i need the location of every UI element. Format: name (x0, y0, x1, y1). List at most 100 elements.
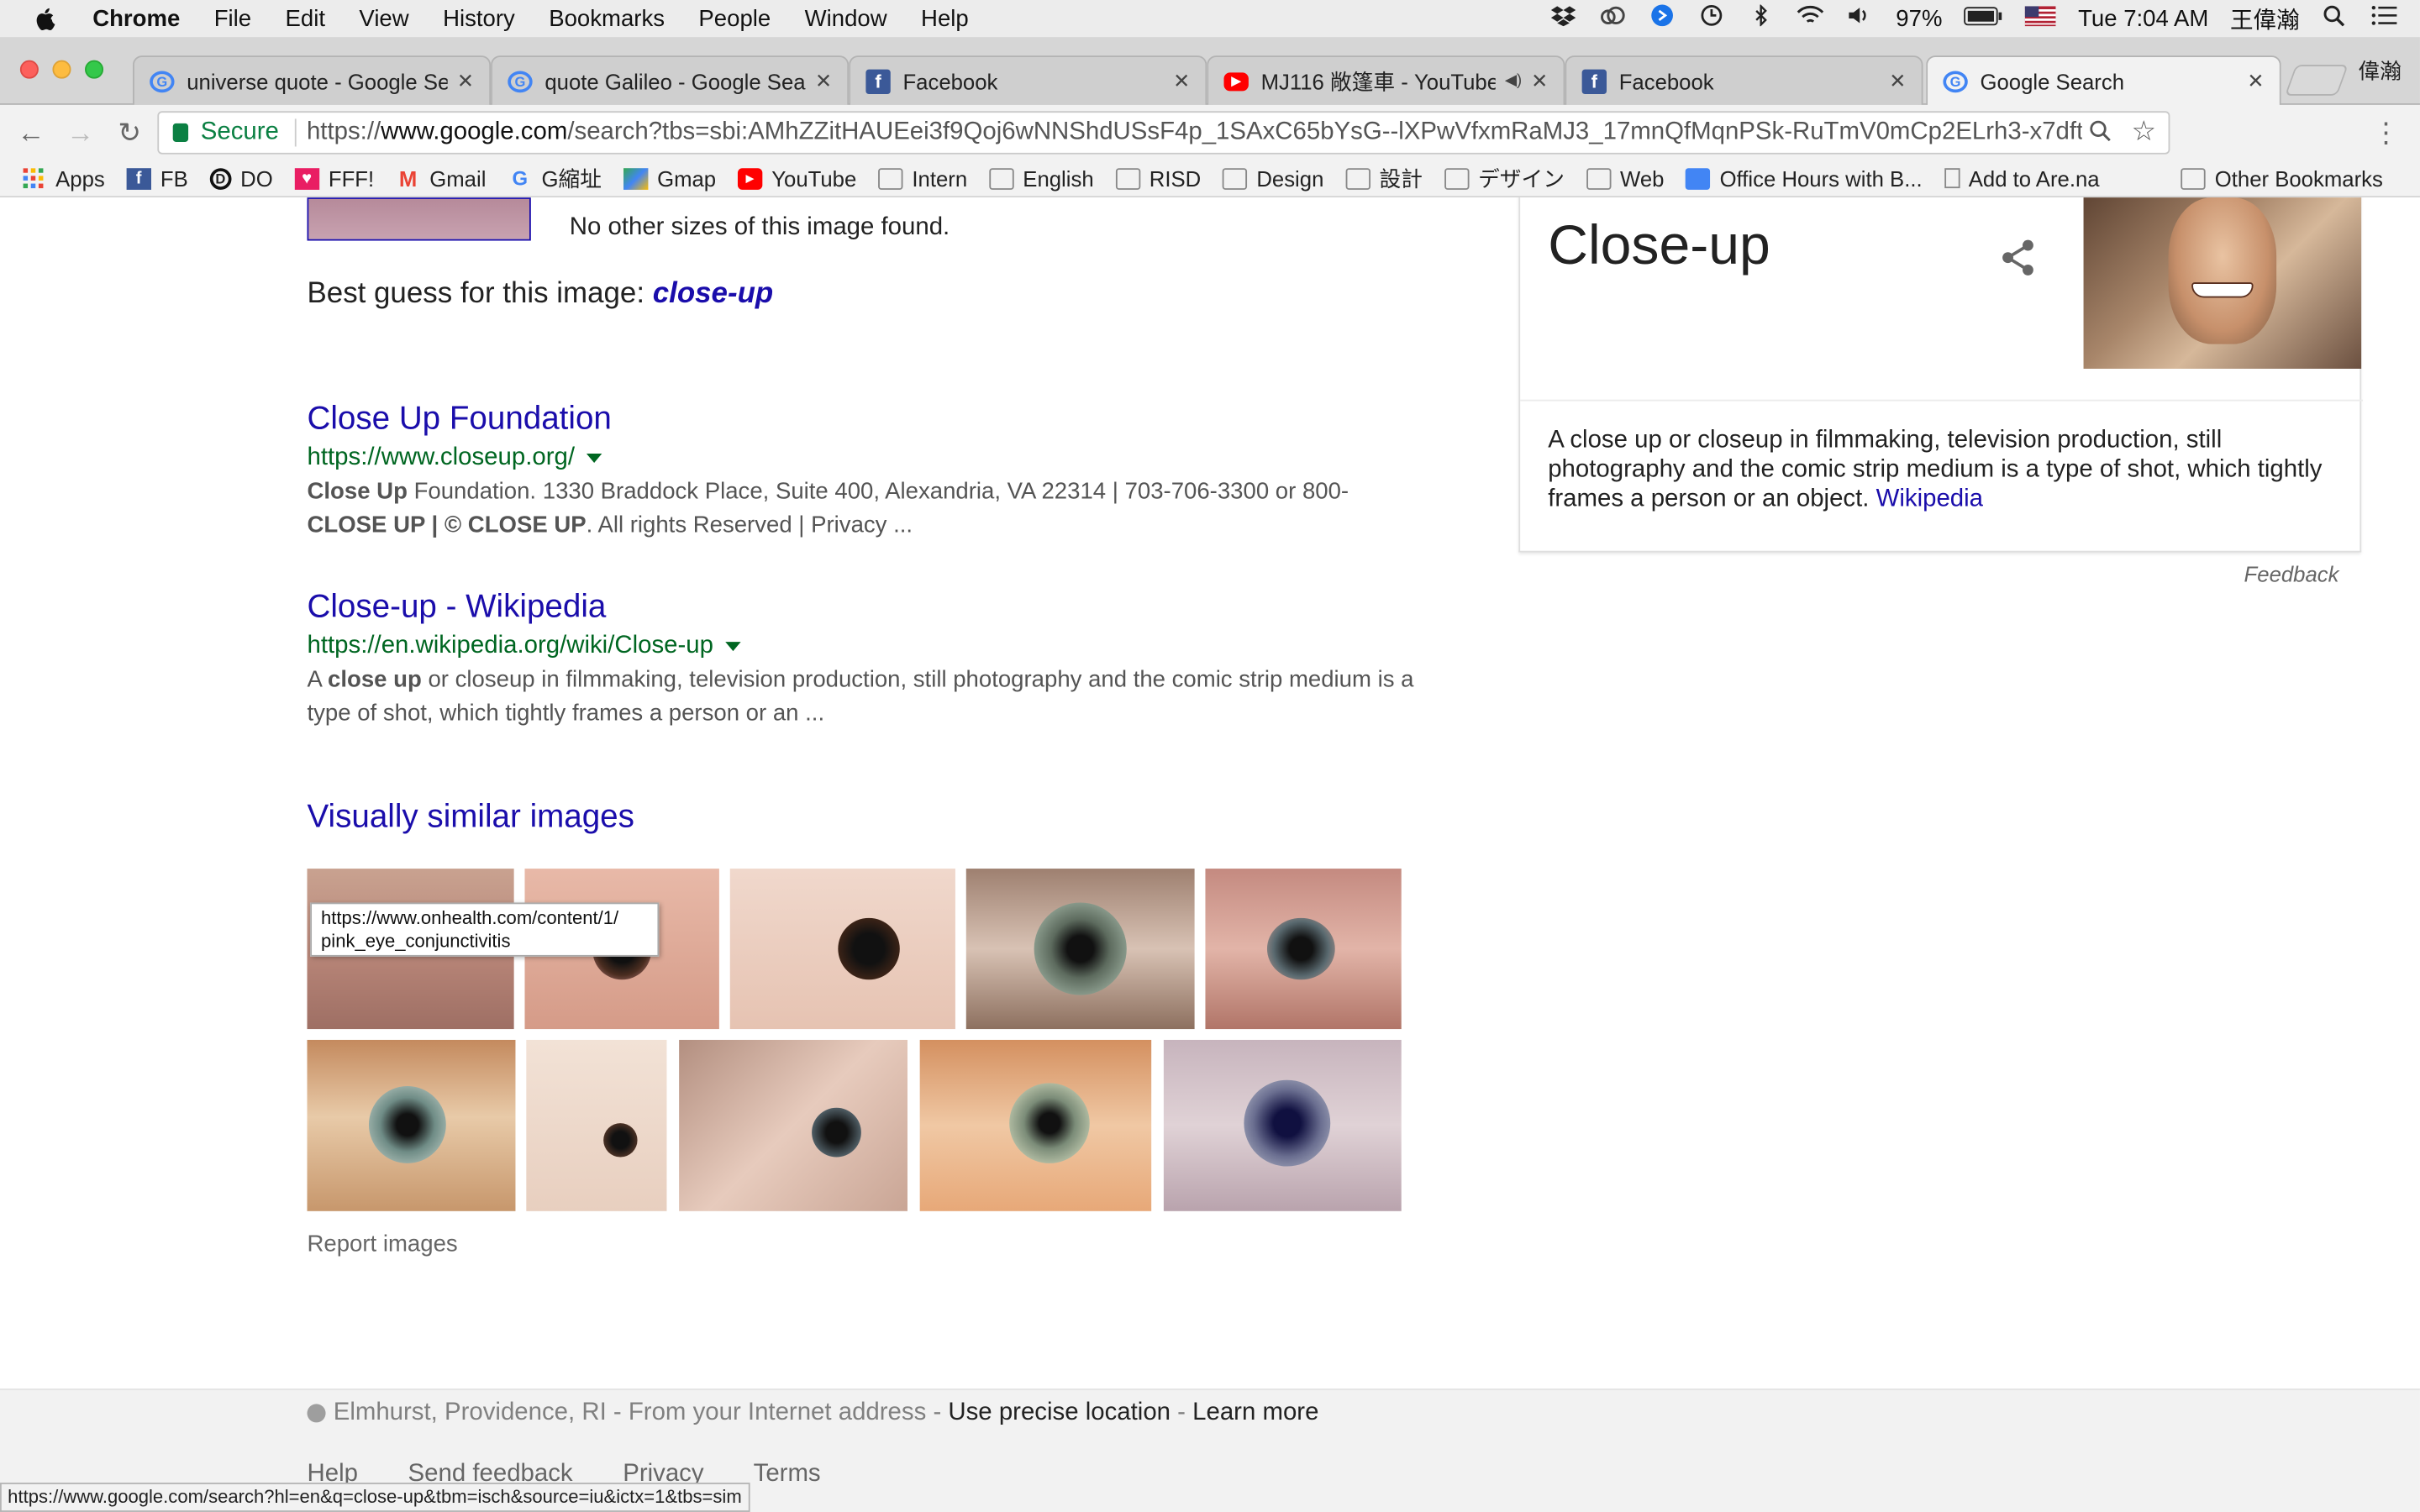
creative-cloud-icon[interactable] (1600, 5, 1628, 33)
dropbox-icon[interactable] (1550, 5, 1578, 33)
bookmark-sheji[interactable]: 設計 (1345, 163, 1423, 194)
share-icon[interactable] (1999, 238, 2039, 278)
caret-down-icon[interactable] (725, 641, 742, 651)
spotlight-icon[interactable] (2321, 5, 2349, 33)
speaker-icon[interactable]: ◀) (1505, 72, 1522, 89)
similar-image[interactable] (1163, 1039, 1402, 1211)
star-icon[interactable]: ☆ (2131, 116, 2156, 149)
menu-view[interactable]: View (359, 5, 408, 31)
similar-image[interactable] (729, 869, 955, 1030)
bookmarks-bar: Apps f FB D DO ♥ FFF! M Gmail G G縮址 Gmap ▶ You… (0, 160, 2420, 198)
tab-facebook-1[interactable]: f Facebook ✕ (849, 55, 1207, 105)
bookmark-g-shortener[interactable]: G G縮址 (508, 163, 602, 194)
bookmark-design[interactable]: Design (1222, 165, 1323, 191)
bookmark-other[interactable]: Other Bookmarks (2181, 166, 2383, 192)
similar-image[interactable] (526, 1039, 667, 1211)
close-tab-icon[interactable]: ✕ (2247, 70, 2264, 94)
tab-google-search[interactable]: G Google Search ✕ (1926, 55, 2281, 107)
back-icon[interactable]: ← (13, 114, 50, 151)
user-name[interactable]: 王偉瀚 (2230, 3, 2300, 35)
close-tab-icon[interactable]: ✕ (457, 69, 474, 93)
report-images-link[interactable]: Report images (308, 1231, 458, 1257)
caret-down-icon[interactable] (587, 453, 603, 463)
address-bar[interactable]: Secure https://www.google.com/search?tbs… (157, 111, 2170, 155)
menu-file[interactable]: File (214, 5, 251, 31)
terms-link[interactable]: Terms (754, 1461, 821, 1487)
youtube-icon: ▶ (737, 167, 763, 189)
lock-icon (172, 123, 189, 142)
query-image-thumbnail[interactable] (307, 197, 531, 241)
use-precise-location-link[interactable]: Use precise location (948, 1399, 1171, 1427)
bookmark-dezain[interactable]: デザイン (1444, 163, 1565, 194)
shazam-icon[interactable] (1649, 4, 1676, 33)
menu-app-name[interactable]: Chrome (92, 5, 180, 31)
feedback-link[interactable]: Feedback (2244, 562, 2339, 586)
google-icon: G (512, 166, 529, 190)
bookmark-arena[interactable]: Add to Are.na (1944, 165, 2100, 191)
forward-icon[interactable]: → (61, 114, 98, 151)
menu-edit[interactable]: Edit (286, 5, 325, 31)
best-guess-link[interactable]: close-up (653, 278, 773, 311)
url-text[interactable]: https://www.google.com/search?tbs=sbi:AM… (307, 118, 2081, 146)
close-window-button[interactable] (19, 60, 39, 79)
do-icon: D (209, 167, 232, 189)
clock[interactable]: Tue 7:04 AM (2078, 5, 2208, 31)
chrome-menu-icon[interactable]: ⋮ (2367, 114, 2404, 151)
similar-image[interactable] (679, 1039, 908, 1211)
close-tab-icon[interactable]: ✕ (1531, 69, 1548, 93)
notification-center-icon[interactable] (2370, 5, 2398, 33)
bookmark-fff[interactable]: ♥ FFF! (294, 165, 374, 191)
folder-icon (2181, 168, 2206, 190)
zoom-window-button[interactable] (85, 60, 104, 79)
bookmark-do[interactable]: D DO (209, 165, 273, 191)
similar-image[interactable] (965, 869, 1195, 1030)
close-tab-icon[interactable]: ✕ (815, 69, 832, 93)
tab-quote-galileo[interactable]: G quote Galileo - Google Sear ✕ (491, 55, 850, 105)
close-tab-icon[interactable]: ✕ (1889, 69, 1906, 93)
wikipedia-link[interactable]: Wikipedia (1876, 486, 1983, 512)
menu-help[interactable]: Help (921, 5, 969, 31)
bookmark-risd[interactable]: RISD (1115, 165, 1201, 191)
visually-similar-heading[interactable]: Visually similar images (308, 799, 634, 836)
bookmark-gmail[interactable]: M Gmail (396, 165, 487, 190)
tab-universe-quote[interactable]: G universe quote - Google Se ✕ (132, 55, 492, 105)
menu-people[interactable]: People (698, 5, 771, 31)
new-tab-button[interactable] (2284, 65, 2349, 96)
reload-icon[interactable]: ↻ (111, 114, 148, 151)
knowledge-panel-image[interactable] (2083, 197, 2362, 369)
folder-icon (1586, 167, 1612, 189)
bookmark-english[interactable]: English (988, 165, 1094, 191)
bluetooth-icon[interactable] (1748, 4, 1776, 33)
menu-window[interactable]: Window (805, 5, 887, 31)
similar-image[interactable] (919, 1039, 1152, 1211)
zoom-icon[interactable] (2088, 118, 2112, 151)
bookmark-youtube[interactable]: ▶ YouTube (737, 165, 856, 191)
apple-icon[interactable] (34, 6, 65, 31)
bookmark-intern[interactable]: Intern (877, 165, 967, 191)
similar-image[interactable] (307, 1039, 516, 1211)
tab-facebook-2[interactable]: f Facebook ✕ (1565, 55, 1923, 105)
similar-image[interactable] (1205, 869, 1402, 1030)
menu-history[interactable]: History (443, 5, 515, 31)
bookmark-apps[interactable]: Apps (22, 165, 105, 191)
bookmark-fb[interactable]: f FB (126, 165, 188, 191)
wifi-icon[interactable] (1797, 5, 1825, 33)
result-title-link[interactable]: Close-up - Wikipedia (308, 586, 1434, 629)
result-title-link[interactable]: Close Up Foundation (308, 398, 1434, 441)
minimize-window-button[interactable] (52, 60, 71, 79)
profile-name[interactable]: 偉瀚 (2358, 55, 2401, 87)
facebook-icon: f (1581, 68, 1607, 94)
search-result: Close-up - Wikipedia https://en.wikipedi… (308, 586, 1434, 732)
close-tab-icon[interactable]: ✕ (1173, 69, 1190, 93)
bookmark-web[interactable]: Web (1586, 165, 1664, 191)
time-machine-icon[interactable] (1698, 4, 1726, 33)
bookmark-office-hours[interactable]: Office Hours with B... (1686, 165, 1923, 191)
us-flag-icon[interactable] (2025, 5, 2057, 31)
battery-icon[interactable] (1964, 5, 2004, 31)
tab-youtube[interactable]: ▶ MJ116 敞篷車 - YouTube ◀) ✕ (1207, 55, 1565, 105)
learn-more-link[interactable]: Learn more (1192, 1399, 1318, 1427)
secure-label: Secure (200, 118, 279, 145)
bookmark-gmap[interactable]: Gmap (623, 165, 716, 191)
volume-icon[interactable] (1847, 5, 1875, 33)
menu-bookmarks[interactable]: Bookmarks (549, 5, 665, 31)
